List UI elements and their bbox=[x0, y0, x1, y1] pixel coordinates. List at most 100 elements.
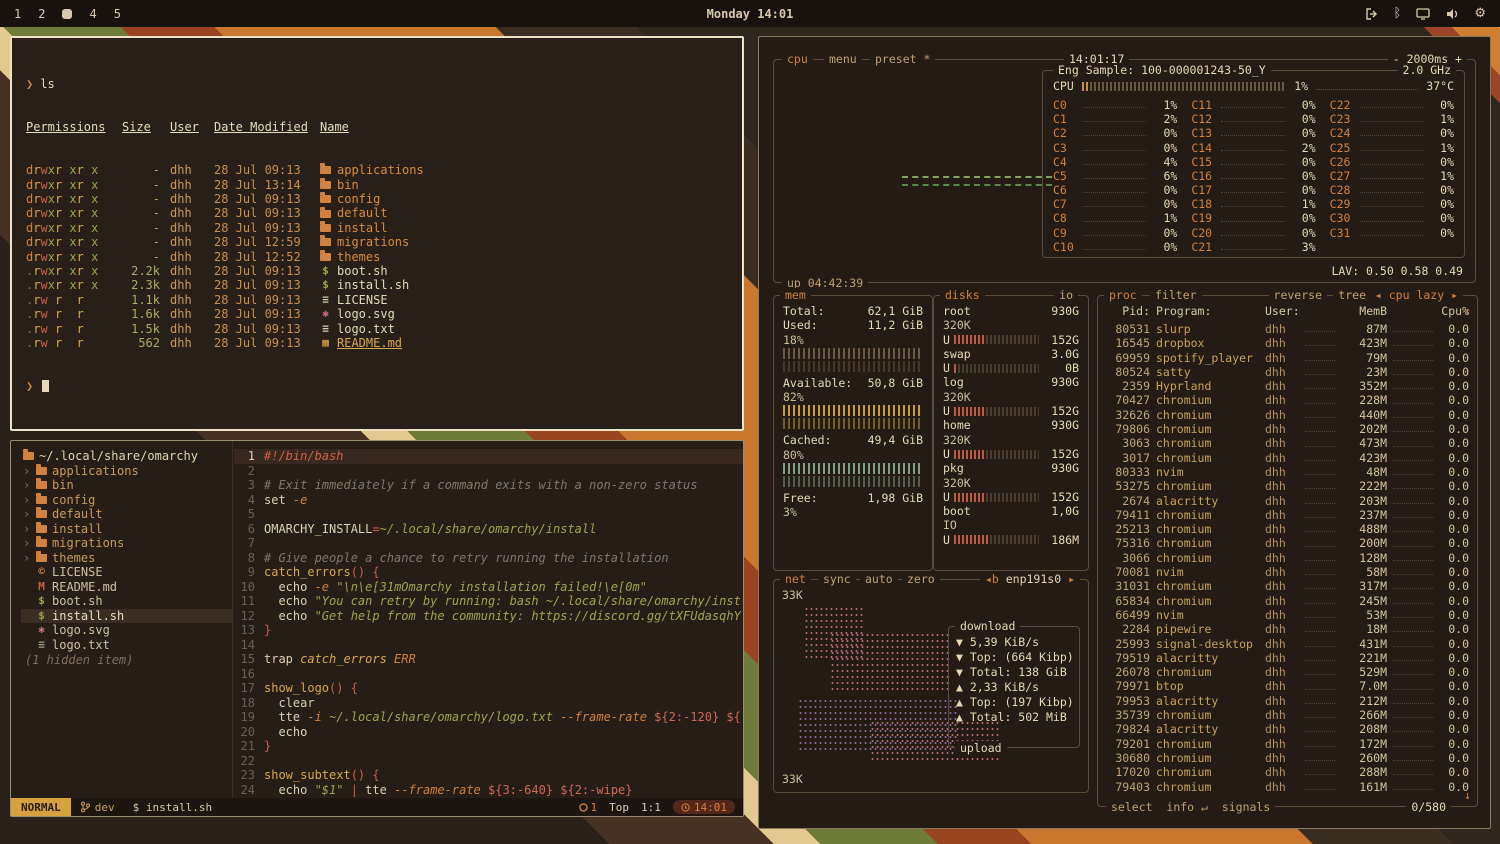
code-line[interactable]: 12 echo "Get help from the community: ht… bbox=[234, 609, 743, 624]
process-row[interactable]: 70081nvimdhh58M0.0 bbox=[1106, 565, 1469, 579]
code-line[interactable]: 9catch_errors() { bbox=[234, 565, 743, 580]
prompt-line[interactable]: ❯ bbox=[26, 379, 728, 393]
tree-item-migrations[interactable]: ›migrations bbox=[21, 536, 232, 551]
tree-item-applications[interactable]: ›applications bbox=[21, 464, 232, 479]
workspace-4[interactable]: 4 bbox=[89, 7, 96, 21]
process-row[interactable]: 65834chromiumdhh245M0.0 bbox=[1106, 594, 1469, 608]
tree-item-logo.txt[interactable]: ≡logo.txt bbox=[21, 638, 232, 653]
user-column[interactable]: User: bbox=[1265, 304, 1299, 320]
proc-footer-actions[interactable]: select info ↵ signals bbox=[1106, 800, 1275, 814]
net-zero-button[interactable]: zero bbox=[902, 572, 940, 586]
process-row[interactable]: 79403chromiumdhh161M0.0 bbox=[1106, 780, 1469, 793]
workspace-active-indicator[interactable] bbox=[62, 9, 72, 19]
process-row[interactable]: 79953alacrittydhh212M0.0 bbox=[1106, 694, 1469, 708]
process-row[interactable]: 3063chromiumdhh473M0.0 bbox=[1106, 436, 1469, 450]
settings-gear-icon[interactable]: ⚙ bbox=[1474, 7, 1486, 20]
process-row[interactable]: 53275chromiumdhh222M0.0 bbox=[1106, 479, 1469, 493]
process-row[interactable]: 2284pipewiredhh18M0.0 bbox=[1106, 622, 1469, 636]
code-line[interactable]: 4set -e bbox=[234, 493, 743, 508]
process-row[interactable]: 2674alacrittydhh203M0.0 bbox=[1106, 494, 1469, 508]
net-auto-button[interactable]: auto bbox=[860, 572, 898, 586]
process-row[interactable]: 16545dropboxdhh423M0.0 bbox=[1106, 336, 1469, 350]
scroll-up-arrow[interactable]: ↑ bbox=[1464, 304, 1471, 318]
tree-item-logo.svg[interactable]: ✱logo.svg bbox=[21, 623, 232, 638]
process-row[interactable]: 32626chromiumdhh440M0.0 bbox=[1106, 408, 1469, 422]
process-row[interactable]: 3066chromiumdhh128M0.0 bbox=[1106, 551, 1469, 565]
process-row[interactable]: 79824alacrittydhh208M0.0 bbox=[1106, 722, 1469, 736]
tree-item-install.sh[interactable]: $install.sh bbox=[21, 609, 232, 624]
net-interface-selector[interactable]: ◂b enp191s0 ▸ bbox=[980, 572, 1080, 586]
tree-item-bin[interactable]: ›bin bbox=[21, 478, 232, 493]
process-row[interactable]: 79806chromiumdhh202M0.0 bbox=[1106, 422, 1469, 436]
bluetooth-icon[interactable]: ᛒ bbox=[1394, 7, 1402, 20]
workspace-5[interactable]: 5 bbox=[114, 7, 121, 21]
code-line[interactable]: 13} bbox=[234, 623, 743, 638]
code-line[interactable]: 24 echo "$1" | tte --frame-rate ${3:-640… bbox=[234, 783, 743, 798]
code-line[interactable]: 11 echo "You can retry by running: bash … bbox=[234, 594, 743, 609]
tree-item-boot.sh[interactable]: $boot.sh bbox=[21, 594, 232, 609]
code-line[interactable]: 19 tte -i ~/.local/share/omarchy/logo.tx… bbox=[234, 710, 743, 725]
tree-item-LICENSE[interactable]: ©LICENSE bbox=[21, 565, 232, 580]
volume-icon[interactable] bbox=[1445, 8, 1459, 20]
code-editor[interactable]: 1#!/bin/bash23# Exit immediately if a co… bbox=[234, 441, 743, 798]
tree-item-config[interactable]: ›config bbox=[21, 493, 232, 508]
process-row[interactable]: 66499nvimdhh53M0.0 bbox=[1106, 608, 1469, 622]
code-line[interactable]: 16 bbox=[234, 667, 743, 682]
code-line[interactable]: 1#!/bin/bash bbox=[234, 449, 743, 464]
process-row[interactable]: 35739chromiumdhh266M0.0 bbox=[1106, 708, 1469, 722]
display-icon[interactable] bbox=[1416, 8, 1430, 20]
process-row[interactable]: 2359Hyprlanddhh352M0.0 bbox=[1106, 379, 1469, 393]
code-line[interactable]: 8# Give people a chance to retry running… bbox=[234, 551, 743, 566]
code-line[interactable]: 17show_logo() { bbox=[234, 681, 743, 696]
process-row[interactable]: 31031chromiumdhh317M0.0 bbox=[1106, 579, 1469, 593]
tree-item-install[interactable]: ›install bbox=[21, 522, 232, 537]
code-line[interactable]: 18 clear bbox=[234, 696, 743, 711]
tree-item-themes[interactable]: ›themes bbox=[21, 551, 232, 566]
process-row[interactable]: 80524sattydhh23M0.0 bbox=[1106, 365, 1469, 379]
tree-item-default[interactable]: ›default bbox=[21, 507, 232, 522]
code-line[interactable]: 7 bbox=[234, 536, 743, 551]
process-row[interactable]: 25213chromiumdhh488M0.0 bbox=[1106, 522, 1469, 536]
process-row[interactable]: 80531slurpdhh87M0.0 bbox=[1106, 322, 1469, 336]
program-column[interactable]: Program: bbox=[1156, 304, 1259, 320]
code-line[interactable]: 21} bbox=[234, 739, 743, 754]
process-row[interactable]: 3017chromiumdhh423M0.0 bbox=[1106, 451, 1469, 465]
process-row[interactable]: 80333nvimdhh48M0.0 bbox=[1106, 465, 1469, 479]
code-line[interactable]: 5 bbox=[234, 507, 743, 522]
code-line[interactable]: 23show_subtext() { bbox=[234, 768, 743, 783]
workspace-1[interactable]: 1 bbox=[14, 7, 21, 21]
io-tab[interactable]: io bbox=[1054, 288, 1078, 302]
tree-root[interactable]: ~/.local/share/omarchy bbox=[21, 449, 232, 464]
net-sync-button[interactable]: sync bbox=[818, 572, 856, 586]
process-row[interactable]: 79411chromiumdhh237M0.0 bbox=[1106, 508, 1469, 522]
process-row[interactable]: 25993signal-desktopdhh431M0.0 bbox=[1106, 637, 1469, 651]
logout-icon[interactable] bbox=[1365, 8, 1379, 20]
process-row[interactable]: 79201chromiumdhh172M0.0 bbox=[1106, 737, 1469, 751]
code-line[interactable]: 2 bbox=[234, 464, 743, 479]
code-line[interactable]: 3# Exit immediately if a command exits w… bbox=[234, 478, 743, 493]
code-line[interactable]: 15trap catch_errors ERR bbox=[234, 652, 743, 667]
filter-button[interactable]: filter bbox=[1150, 288, 1202, 302]
tree-button[interactable]: tree bbox=[1333, 288, 1371, 302]
workspace-2[interactable]: 2 bbox=[38, 7, 45, 21]
code-line[interactable]: 20 echo bbox=[234, 725, 743, 740]
memb-column[interactable]: MemB bbox=[1341, 304, 1387, 320]
menu-button[interactable]: menu bbox=[824, 52, 862, 66]
code-line[interactable]: 6OMARCHY_INSTALL=~/.local/share/omarchy/… bbox=[234, 522, 743, 537]
process-row[interactable]: 17020chromiumdhh288M0.0 bbox=[1106, 765, 1469, 779]
process-row[interactable]: 30680chromiumdhh260M0.0 bbox=[1106, 751, 1469, 765]
sort-column-selector[interactable]: ◂ cpu lazy ▸ bbox=[1370, 288, 1463, 302]
preset-button[interactable]: preset * bbox=[870, 52, 935, 66]
scroll-down-arrow[interactable]: ↓ bbox=[1464, 788, 1471, 802]
code-line[interactable]: 14 bbox=[234, 638, 743, 653]
process-row[interactable]: 69959spotify_playerdhh79M0.0 bbox=[1106, 351, 1469, 365]
process-row[interactable]: 75316chromiumdhh200M0.0 bbox=[1106, 536, 1469, 550]
process-row[interactable]: 26078chromiumdhh529M0.0 bbox=[1106, 665, 1469, 679]
pid-column[interactable]: Pid: bbox=[1106, 304, 1150, 320]
process-row[interactable]: 70427chromiumdhh228M0.0 bbox=[1106, 393, 1469, 407]
reverse-button[interactable]: reverse bbox=[1269, 288, 1327, 302]
process-row[interactable]: 79971btopdhh7.0M0.0 bbox=[1106, 679, 1469, 693]
code-line[interactable]: 10 echo -e "\n\e[31mOmarchy installation… bbox=[234, 580, 743, 595]
tree-item-README.md[interactable]: MREADME.md bbox=[21, 580, 232, 595]
process-row[interactable]: 79519alacrittydhh221M0.0 bbox=[1106, 651, 1469, 665]
